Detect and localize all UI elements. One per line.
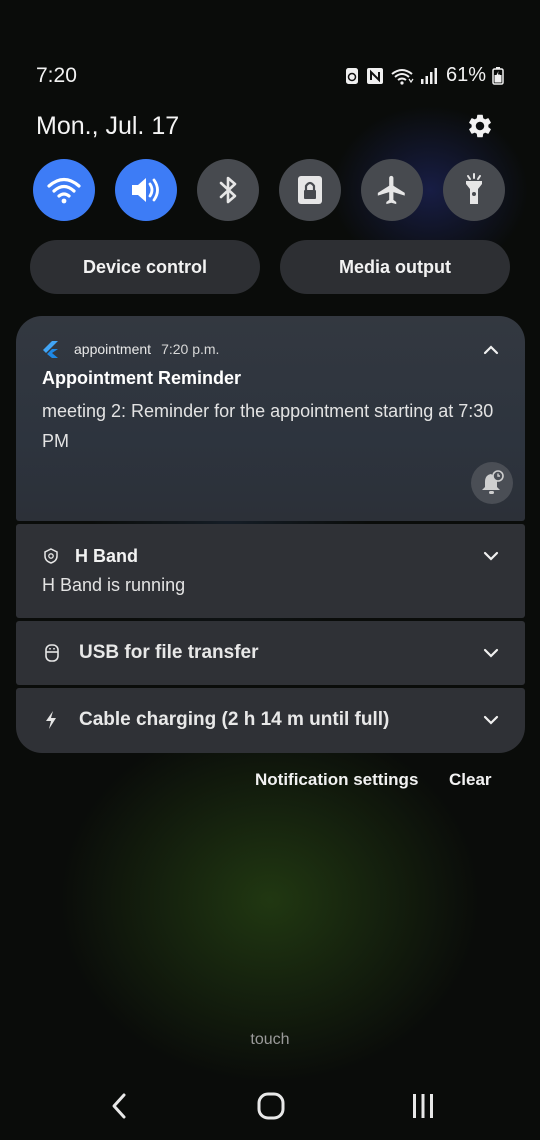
airplane-icon [377,175,405,205]
flashlight-icon [466,173,482,204]
chevron-down-icon[interactable] [481,546,501,566]
device-control-button[interactable]: Device control [30,240,260,294]
hband-app-icon [44,548,58,564]
battery-icon [492,66,504,85]
toggle-sound[interactable] [115,159,177,221]
home-icon [257,1092,285,1120]
home-button[interactable] [251,1086,291,1126]
battery-percent: 61% [445,64,486,86]
lock-icon [298,176,322,204]
wifi-icon [391,68,414,85]
notification-charging[interactable]: Cable charging (2 h 14 m until full) [16,688,525,753]
usb-icon [45,644,59,662]
recents-button[interactable] [403,1086,443,1126]
notification-text: H Band is running [42,575,186,595]
wifi-icon [47,177,81,204]
toggle-screen-lock[interactable] [279,159,341,221]
touch-label: touch [250,1031,290,1048]
status-bar: 7:20 61% [36,60,504,92]
signal-icon [420,67,437,84]
notification-settings-link[interactable]: Notification settings [255,770,418,790]
back-icon [112,1093,126,1119]
chevron-down-icon[interactable] [481,643,501,663]
notification-time: 7:20 p.m. [161,341,220,357]
status-time: 7:20 [36,64,77,87]
bell-snooze-icon [482,470,504,494]
recents-icon [413,1094,433,1118]
app-name: appointment [74,341,152,357]
notification-text: meeting 2: Reminder for the appointment … [42,401,494,451]
toggle-bluetooth[interactable] [197,159,259,221]
notification-title: Appointment Reminder [42,368,242,388]
back-button[interactable] [100,1086,140,1126]
gear-icon[interactable] [466,112,494,140]
notification-title: H Band [75,546,138,566]
flutter-app-icon [43,341,58,358]
notification-hband[interactable]: H Band H Band is running [16,524,525,618]
notification-usb[interactable]: USB for file transfer [16,621,525,685]
notification-header: appointment 7:20 p.m. [42,340,219,358]
chevron-down-icon[interactable] [481,710,501,730]
nfc-icon [366,67,383,84]
toggle-airplane[interactable] [361,159,423,221]
notification-label: USB for file transfer [79,642,259,663]
status-icons: 61% [344,64,504,87]
chevron-up-icon[interactable] [481,340,501,360]
clear-button[interactable]: Clear [449,770,492,790]
toggle-flashlight[interactable] [443,159,505,221]
snooze-button[interactable] [471,462,513,504]
date-label: Mon., Jul. 17 [36,112,180,140]
battery-saver-icon [345,67,358,84]
notification-label: Cable charging (2 h 14 m until full) [79,709,390,730]
lightning-icon [46,711,56,729]
media-output-button[interactable]: Media output [280,240,510,294]
toggle-wifi[interactable] [33,159,95,221]
volume-icon [132,178,159,202]
notification-appointment[interactable]: appointment 7:20 p.m. Appointment Remind… [16,316,525,521]
bluetooth-icon [219,176,237,204]
quick-toggles [33,159,507,221]
